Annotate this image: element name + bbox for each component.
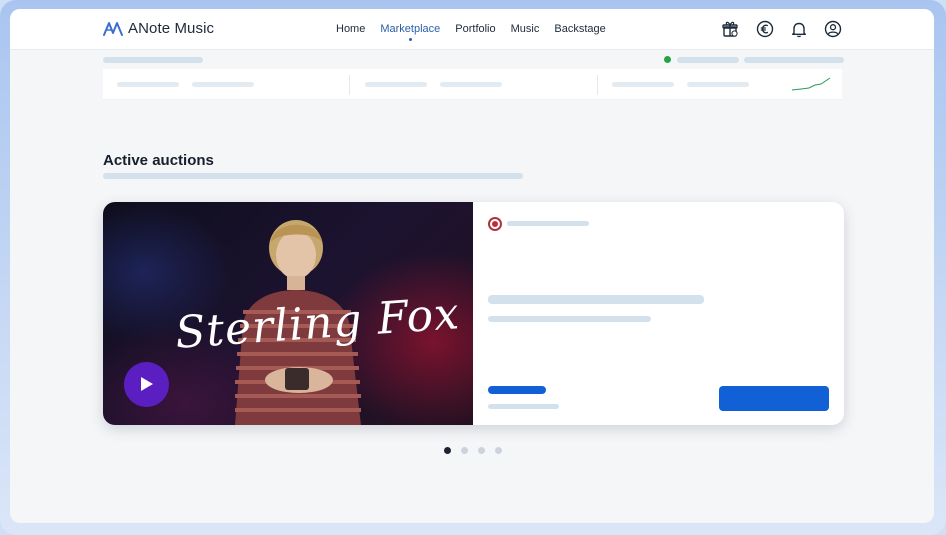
nav-music[interactable]: Music	[511, 23, 540, 35]
status-label-placeholder	[507, 221, 589, 226]
app-frame: ANote Music Home Marketplace Portfolio M…	[0, 0, 946, 535]
stat-placeholder	[612, 82, 674, 87]
online-status-dot	[664, 56, 671, 63]
stat-placeholder	[365, 82, 427, 87]
anote-logo-icon	[103, 21, 123, 36]
bell-icon[interactable]	[790, 20, 808, 38]
bid-button[interactable]	[719, 386, 829, 411]
nav-marketplace[interactable]: Marketplace	[380, 23, 441, 41]
status-placeholder-2	[744, 57, 844, 63]
carousel-dot[interactable]	[444, 447, 451, 454]
live-status-icon	[488, 217, 502, 231]
play-button[interactable]	[124, 362, 169, 407]
browser-window: ANote Music Home Marketplace Portfolio M…	[10, 9, 934, 523]
euro-icon[interactable]	[756, 20, 774, 38]
stat-divider	[597, 75, 598, 95]
auction-card[interactable]: Sterling Fox	[103, 202, 844, 425]
details-link[interactable]	[488, 386, 546, 394]
user-icon[interactable]	[824, 20, 842, 38]
logo[interactable]: ANote Music	[103, 20, 214, 37]
price-placeholder	[488, 404, 559, 409]
auction-subtitle-placeholder	[488, 316, 651, 322]
carousel-dot[interactable]	[478, 447, 485, 454]
stat-placeholder	[192, 82, 254, 87]
gift-icon[interactable]	[721, 20, 739, 38]
stats-bar	[103, 69, 842, 100]
stat-placeholder	[117, 82, 179, 87]
auction-details	[473, 202, 844, 425]
section-title: Active auctions	[103, 152, 214, 169]
auction-title-placeholder	[488, 295, 704, 304]
artist-cover-image[interactable]: Sterling Fox	[103, 202, 473, 425]
stat-placeholder	[687, 82, 749, 87]
nav-marketplace-label: Marketplace	[380, 23, 441, 35]
nav-portfolio[interactable]: Portfolio	[455, 23, 495, 35]
breadcrumb-placeholder	[103, 57, 203, 63]
stat-placeholder	[440, 82, 502, 87]
sparkline-icon	[791, 77, 831, 91]
nav-backstage[interactable]: Backstage	[554, 23, 605, 35]
app-name: ANote Music	[128, 20, 215, 37]
carousel-dot[interactable]	[461, 447, 468, 454]
section-subtitle-placeholder	[103, 173, 523, 179]
status-placeholder	[677, 57, 739, 63]
play-icon	[141, 377, 153, 391]
active-indicator	[409, 38, 413, 41]
nav-home[interactable]: Home	[336, 23, 365, 35]
stat-divider	[349, 75, 350, 95]
top-navbar: ANote Music Home Marketplace Portfolio M…	[10, 9, 934, 50]
main-nav: Home Marketplace Portfolio Music Backsta…	[336, 23, 621, 41]
carousel-dot[interactable]	[495, 447, 502, 454]
carousel-pagination	[444, 447, 512, 454]
